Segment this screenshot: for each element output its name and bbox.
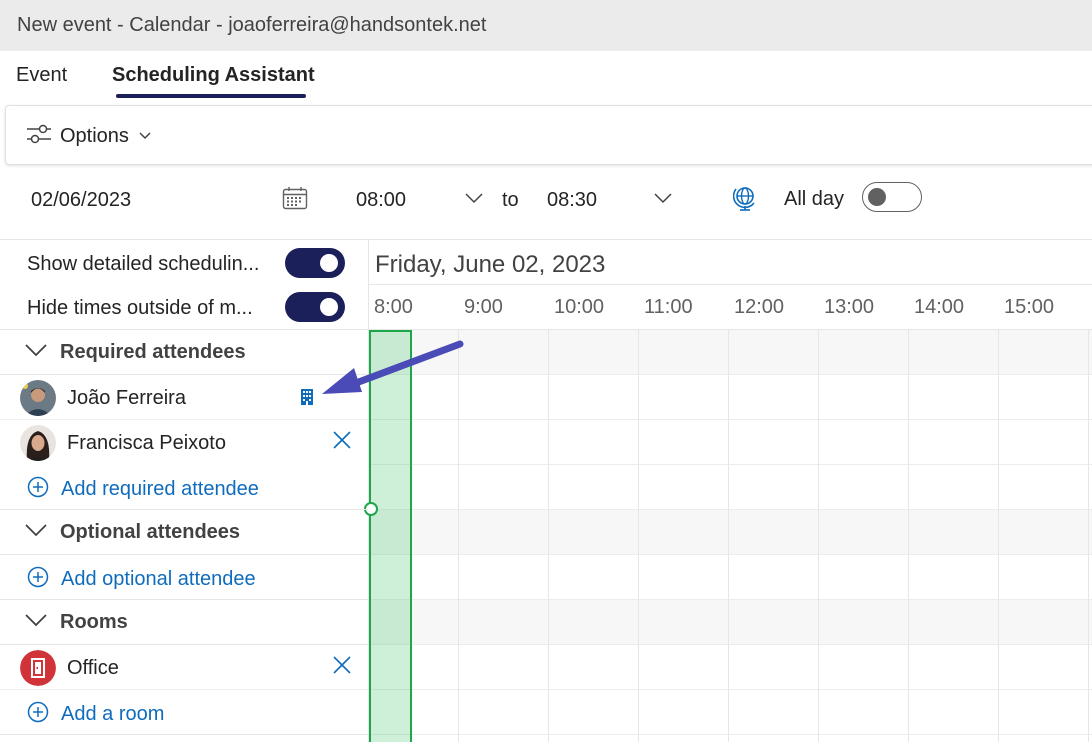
add-link-label: Add required attendee bbox=[61, 478, 259, 500]
optional-attendees-header[interactable]: Optional attendees bbox=[24, 521, 240, 544]
tab-scheduling-assistant[interactable]: Scheduling Assistant bbox=[112, 64, 315, 87]
options-button[interactable]: Options bbox=[26, 122, 151, 150]
chevron-down-icon bbox=[139, 127, 151, 145]
grid-hour-line bbox=[728, 330, 729, 742]
tab-event[interactable]: Event bbox=[16, 64, 67, 87]
remove-room-close-icon[interactable] bbox=[332, 655, 352, 680]
grid-row-line bbox=[369, 734, 1092, 735]
attendee-name: Francisca Peixoto bbox=[67, 431, 226, 454]
calendar-icon[interactable] bbox=[282, 186, 308, 215]
section-label: Optional attendees bbox=[60, 521, 241, 543]
grid-row-line bbox=[369, 374, 1092, 375]
room-door-icon bbox=[20, 650, 56, 686]
options-label: Options bbox=[60, 124, 129, 147]
hour-label: 10:00 bbox=[554, 296, 605, 318]
sliders-icon bbox=[26, 122, 52, 151]
grid-section-band bbox=[369, 600, 1092, 645]
grid-row-line bbox=[369, 464, 1092, 465]
room-office[interactable]: Office bbox=[20, 650, 119, 686]
start-time-chevron-icon[interactable] bbox=[465, 191, 483, 209]
all-day-toggle[interactable] bbox=[862, 182, 922, 212]
toggle-knob bbox=[868, 188, 886, 206]
divider bbox=[0, 374, 368, 375]
attendee-francisca-peixoto[interactable]: Francisca Peixoto bbox=[20, 425, 226, 461]
grid-row-line bbox=[369, 554, 1092, 555]
room-name: Office bbox=[67, 656, 119, 679]
building-icon bbox=[300, 388, 314, 411]
window-title: New event - Calendar - joaoferreira@hand… bbox=[17, 14, 487, 36]
hour-label: 15:00 bbox=[1004, 296, 1055, 318]
grid-hour-line bbox=[638, 330, 639, 742]
required-attendees-header[interactable]: Required attendees bbox=[24, 341, 246, 364]
divider bbox=[0, 419, 368, 420]
start-date-input[interactable]: 02/06/2023 bbox=[31, 189, 131, 212]
start-time-input[interactable]: 08:00 bbox=[356, 189, 406, 212]
schedule-date-header: Friday, June 02, 2023 bbox=[375, 251, 606, 278]
add-circle-icon bbox=[27, 701, 49, 728]
grid-row-line bbox=[369, 689, 1092, 690]
add-link-label: Add a room bbox=[61, 703, 165, 725]
add-room-link[interactable]: Add a room bbox=[27, 701, 164, 728]
schedule-grid[interactable] bbox=[369, 330, 1092, 742]
chevron-down-icon bbox=[24, 523, 48, 542]
add-required-attendee-link[interactable]: Add required attendee bbox=[27, 476, 259, 503]
divider bbox=[0, 509, 368, 510]
avatar bbox=[20, 380, 56, 416]
chevron-down-icon bbox=[24, 343, 48, 362]
tab-bar: Event Scheduling Assistant bbox=[0, 51, 1092, 105]
section-label: Rooms bbox=[60, 611, 128, 633]
divider bbox=[369, 284, 1092, 285]
divider bbox=[0, 239, 1092, 240]
divider bbox=[0, 734, 368, 735]
grid-hour-line bbox=[548, 330, 549, 742]
timezone-globe-icon[interactable] bbox=[732, 185, 757, 216]
hour-label: 14:00 bbox=[914, 296, 965, 318]
hour-label: 9:00 bbox=[464, 296, 503, 318]
end-time-chevron-icon[interactable] bbox=[654, 191, 672, 209]
divider bbox=[0, 689, 368, 690]
divider bbox=[0, 599, 368, 600]
hour-label: 11:00 bbox=[644, 296, 693, 318]
active-tab-indicator bbox=[116, 94, 306, 98]
grid-row-line bbox=[369, 644, 1092, 645]
add-circle-icon bbox=[27, 566, 49, 593]
hour-label: 12:00 bbox=[734, 296, 785, 318]
chevron-down-icon bbox=[24, 613, 48, 632]
to-label: to bbox=[502, 189, 519, 211]
grid-row-line bbox=[369, 509, 1092, 510]
attendee-joao-ferreira[interactable]: João Ferreira bbox=[20, 380, 186, 416]
remove-attendee-close-icon[interactable] bbox=[332, 430, 352, 455]
all-day-label: All day bbox=[784, 188, 845, 210]
title-bar: New event - Calendar - joaoferreira@hand… bbox=[0, 0, 1092, 51]
hide-times-outside-toggle[interactable] bbox=[285, 292, 345, 322]
toggle-knob bbox=[320, 298, 338, 316]
end-time-input[interactable]: 08:30 bbox=[547, 189, 597, 212]
divider bbox=[0, 554, 368, 555]
grid-hour-line bbox=[998, 330, 999, 742]
hour-label: 13:00 bbox=[824, 296, 875, 318]
toolbar: Options bbox=[5, 105, 1092, 165]
avatar bbox=[20, 425, 56, 461]
add-link-label: Add optional attendee bbox=[61, 568, 256, 590]
section-label: Required attendees bbox=[60, 341, 246, 363]
show-detailed-scheduling-label: Show detailed schedulin... bbox=[27, 253, 260, 275]
grid-section-band bbox=[369, 330, 1092, 375]
show-detailed-scheduling-toggle[interactable] bbox=[285, 248, 345, 278]
add-circle-icon bbox=[27, 476, 49, 503]
attendee-name: João Ferreira bbox=[67, 386, 186, 409]
rooms-header[interactable]: Rooms bbox=[24, 611, 128, 634]
add-optional-attendee-link[interactable]: Add optional attendee bbox=[27, 566, 256, 593]
toggle-knob bbox=[320, 254, 338, 272]
grid-hour-line bbox=[908, 330, 909, 742]
grid-section-band bbox=[369, 510, 1092, 555]
date-time-row: 02/06/2023 08:00 to 08:30 All day bbox=[0, 172, 1092, 228]
hide-times-outside-label: Hide times outside of m... bbox=[27, 297, 253, 319]
divider bbox=[0, 644, 368, 645]
hour-label: 8:00 bbox=[374, 296, 413, 318]
annotation-arrow-icon bbox=[318, 338, 468, 405]
grid-row-line bbox=[369, 419, 1092, 420]
grid-hour-line bbox=[818, 330, 819, 742]
grid-hour-line bbox=[1088, 330, 1089, 742]
grid-row-line bbox=[369, 599, 1092, 600]
